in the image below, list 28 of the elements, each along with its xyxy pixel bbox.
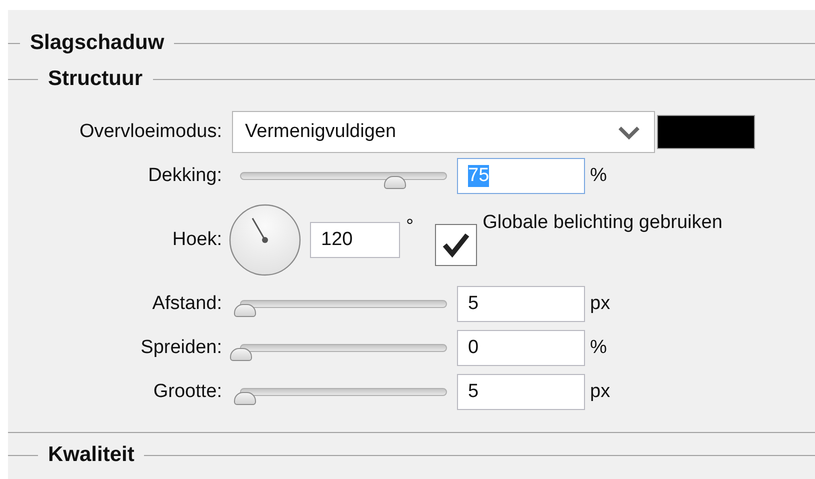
field-label: Dekking: <box>148 165 222 187</box>
field-label: Afstand: <box>152 293 222 315</box>
section-heading: Kwaliteit <box>47 443 136 467</box>
field-label: Spreiden: <box>140 337 222 359</box>
blend-mode-dropdown[interactable]: Vermenigvuldigen <box>232 111 655 153</box>
number-input[interactable]: 120 <box>310 222 400 258</box>
unit-label: % <box>590 165 607 187</box>
angle-dial[interactable] <box>229 204 301 276</box>
slider-thumb[interactable] <box>384 176 406 189</box>
unit-label: % <box>590 337 607 359</box>
field-label: Hoek: <box>172 229 222 251</box>
number-input[interactable]: 5 <box>457 374 585 410</box>
field-label: Grootte: <box>153 381 222 403</box>
unit-label: px <box>590 293 610 315</box>
section-heading: Structuur <box>47 67 144 91</box>
unit-label: ° <box>406 216 414 238</box>
slider-thumb[interactable] <box>234 304 256 317</box>
slider-thumb[interactable] <box>234 392 256 405</box>
checkbox[interactable] <box>434 224 477 266</box>
checkbox-label: Globale belichting gebruiken <box>482 212 722 234</box>
chevron-down-icon <box>618 124 640 140</box>
slider-thumb[interactable] <box>230 348 252 361</box>
color-swatch[interactable] <box>657 115 755 149</box>
number-input[interactable]: 0 <box>457 330 585 366</box>
number-input[interactable]: 5 <box>457 286 585 322</box>
field-label: Overvloeimodus: <box>79 121 222 143</box>
unit-label: px <box>590 381 610 403</box>
section-heading: Slagschaduw <box>29 31 166 55</box>
